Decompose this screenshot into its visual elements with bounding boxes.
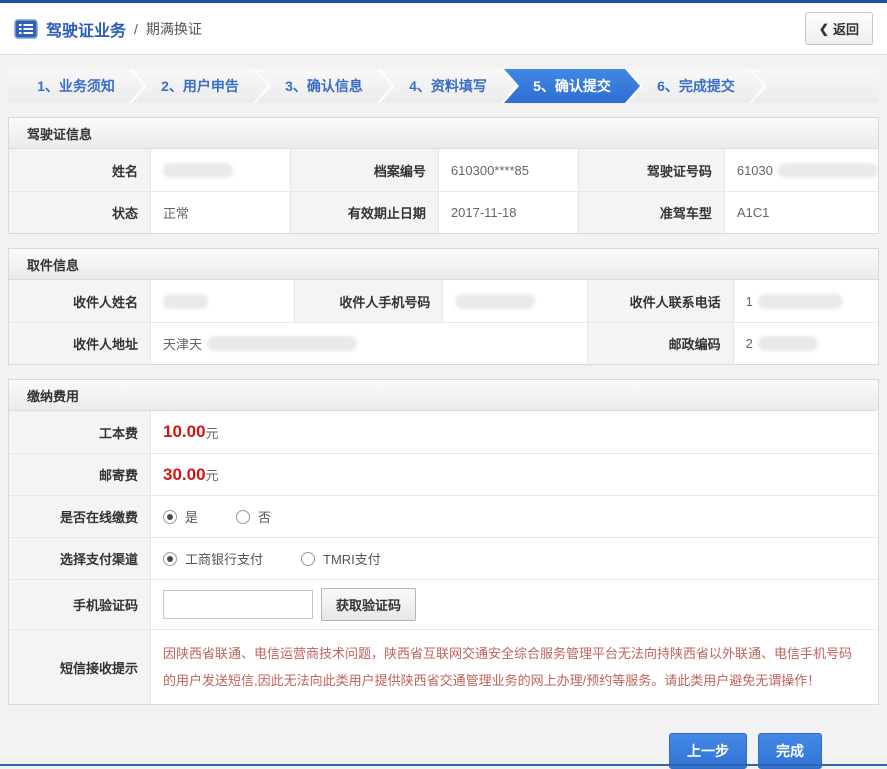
- option-label: 工商银行支付: [185, 552, 264, 567]
- online-pay-option-no[interactable]: 否: [236, 507, 271, 526]
- fee-unit: 元: [205, 468, 219, 483]
- vehicle-type-value: A1C1: [724, 191, 878, 233]
- work-fee-amount: 10.00: [163, 422, 206, 441]
- channel-options: 工商银行支付 TMRI支付: [151, 537, 878, 579]
- valid-until-value: 2017-11-18: [438, 191, 579, 233]
- option-label: 否: [258, 510, 272, 525]
- file-no-value: 610300****85: [438, 149, 579, 191]
- redacted-value: [778, 162, 878, 178]
- radio-unchecked-icon[interactable]: [301, 551, 316, 566]
- option-label: TMRI支付: [323, 552, 381, 567]
- valid-until-label: 有效期止日期: [290, 191, 439, 233]
- channel-option-tmri[interactable]: TMRI支付: [301, 549, 381, 568]
- pickup-info-table: 收件人姓名 收件人手机号码 收件人联系电话 1 收件人地址 天津天 邮政编码 2: [9, 280, 878, 364]
- redacted-value: [163, 293, 208, 309]
- status-label: 状态: [9, 191, 151, 233]
- pickup-info-card: 取件信息 收件人姓名 收件人手机号码 收件人联系电话 1 收件人地址 天津天 邮…: [8, 248, 879, 365]
- tab-step-3[interactable]: 3、确认信息: [256, 69, 392, 103]
- recipient-phone-value: 1: [733, 280, 878, 322]
- option-label: 是: [185, 510, 199, 525]
- online-pay-options: 是 否: [151, 495, 878, 537]
- recipient-mobile-label: 收件人手机号码: [295, 280, 444, 322]
- breadcrumb-separator: /: [134, 20, 138, 37]
- recipient-phone-label: 收件人联系电话: [587, 280, 734, 322]
- license-info-table: 姓名 档案编号 610300****85 驾驶证号码 61030 状态 正常 有…: [9, 149, 878, 233]
- radio-unchecked-icon[interactable]: [236, 509, 251, 524]
- payment-table: 工本费 10.00 元 邮寄费 30.00 元 是否在线缴费 是 否 选择支付渠道 …: [9, 411, 878, 704]
- back-button[interactable]: ❮ 返回: [804, 12, 873, 45]
- channel-option-icbc[interactable]: 工商银行支付: [163, 549, 263, 568]
- recipient-address-value: 天津天: [151, 322, 588, 364]
- page-title: 驾驶证业务: [46, 22, 127, 40]
- channel-label: 选择支付渠道: [9, 537, 151, 579]
- get-code-button[interactable]: 获取验证码: [321, 588, 417, 621]
- page-subtitle: 期满换证: [145, 20, 202, 37]
- mail-fee-amount: 30.00: [163, 464, 206, 484]
- redacted-value: [757, 336, 818, 351]
- breadcrumb: 驾驶证业务 / 期满换证: [14, 17, 202, 41]
- sms-code-input[interactable]: [163, 590, 313, 619]
- page-header: 驾驶证业务 / 期满换证 ❮ 返回: [0, 3, 887, 55]
- tab-step-5-active[interactable]: 5、确认提交: [504, 69, 640, 103]
- pickup-section-title: 取件信息: [9, 249, 878, 280]
- name-value: [151, 149, 291, 191]
- payment-section-title: 缴纳费用: [9, 380, 878, 411]
- status-value: 正常: [151, 191, 291, 233]
- recipient-address-label: 收件人地址: [9, 322, 151, 364]
- recipient-name-value: [151, 280, 296, 322]
- license-no-value: 61030: [724, 149, 878, 191]
- vehicle-type-label: 准驾车型: [578, 191, 725, 233]
- redacted-value: [207, 336, 358, 351]
- sms-code-row: 获取验证码: [151, 579, 878, 629]
- file-no-label: 档案编号: [290, 149, 439, 191]
- work-fee-label: 工本费: [9, 411, 151, 453]
- postal-code-value: 2: [733, 322, 878, 364]
- tab-step-2[interactable]: 2、用户申告: [132, 69, 268, 103]
- name-label: 姓名: [9, 149, 151, 191]
- step-tabs: 1、业务须知 2、用户申告 3、确认信息 4、资料填写 5、确认提交 6、完成提…: [8, 69, 879, 103]
- license-no-visible: 61030: [736, 162, 773, 178]
- back-button-label: 返回: [832, 22, 859, 37]
- chevron-left-icon: ❮: [818, 21, 829, 36]
- recipient-name-label: 收件人姓名: [9, 280, 151, 322]
- online-pay-label: 是否在线缴费: [9, 495, 151, 537]
- radio-checked-icon[interactable]: [163, 509, 177, 524]
- address-visible: 天津天: [163, 337, 203, 352]
- phone-visible: 1: [745, 293, 753, 309]
- fee-unit: 元: [205, 425, 219, 441]
- sms-code-label: 手机验证码: [9, 579, 151, 629]
- sms-tip-label: 短信接收提示: [9, 629, 151, 704]
- sms-tip-row: 因陕西省联通、电信运营商技术问题，陕西省互联网交通安全综合服务管理平台无法向持陕…: [151, 629, 878, 704]
- postal-visible: 2: [745, 336, 753, 351]
- postal-code-label: 邮政编码: [587, 322, 734, 364]
- tab-step-1[interactable]: 1、业务须知: [8, 69, 144, 103]
- radio-checked-icon[interactable]: [163, 551, 177, 566]
- recipient-mobile-value: [443, 280, 588, 322]
- list-icon: [14, 18, 38, 39]
- mail-fee-label: 邮寄费: [9, 453, 151, 495]
- tab-step-4[interactable]: 4、资料填写: [380, 69, 516, 103]
- work-fee-value: 10.00 元: [151, 411, 878, 453]
- license-info-card: 驾驶证信息 姓名 档案编号 610300****85 驾驶证号码 61030 状…: [8, 117, 879, 234]
- payment-card: 缴纳费用 工本费 10.00 元 邮寄费 30.00 元 是否在线缴费 是 否 选择…: [8, 379, 879, 705]
- bottom-accent-bar: [0, 764, 887, 766]
- tab-step-6[interactable]: 6、完成提交: [628, 69, 764, 103]
- license-no-label: 驾驶证号码: [578, 149, 725, 191]
- mail-fee-value: 30.00 元: [151, 453, 878, 495]
- redacted-value: [757, 293, 843, 309]
- redacted-value: [163, 162, 233, 178]
- sms-tip-text: 因陕西省联通、电信运营商技术问题，陕西省互联网交通安全综合服务管理平台无法向持陕…: [163, 646, 853, 688]
- redacted-value: [455, 293, 536, 309]
- online-pay-option-yes[interactable]: 是: [163, 507, 198, 526]
- license-section-title: 驾驶证信息: [9, 118, 878, 149]
- tabbar-filler: [752, 69, 879, 103]
